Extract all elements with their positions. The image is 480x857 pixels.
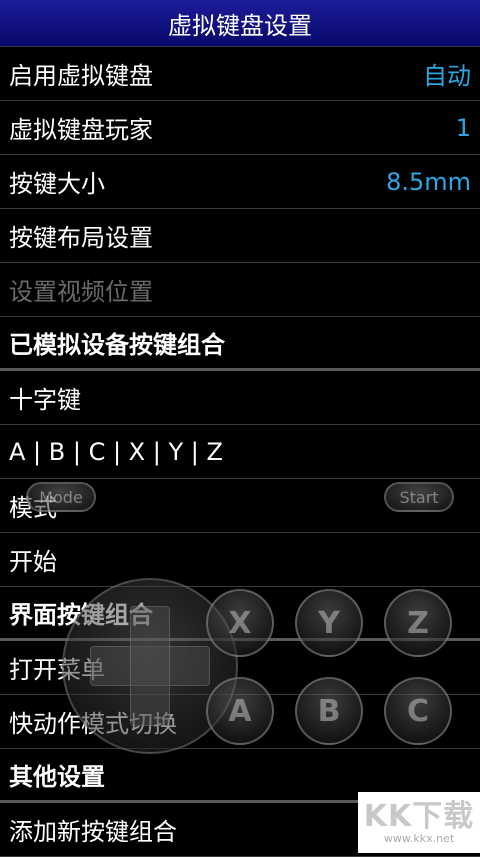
setting-enable-virtual-keyboard[interactable]: 启用虚拟键盘 自动 bbox=[0, 47, 480, 101]
mode-button-label: Mode bbox=[39, 487, 83, 507]
setting-label: 虚拟键盘玩家 bbox=[9, 116, 153, 144]
mode-button[interactable]: Mode bbox=[26, 482, 96, 512]
setting-virtual-keyboard-player[interactable]: 虚拟键盘玩家 1 bbox=[0, 101, 480, 155]
setting-dpad[interactable]: 十字键 bbox=[0, 371, 480, 425]
page-title: 虚拟键盘设置 bbox=[168, 11, 312, 40]
z-button[interactable]: Z bbox=[384, 589, 452, 657]
setting-label: 十字键 bbox=[9, 386, 81, 414]
a-button[interactable]: A bbox=[206, 677, 274, 745]
watermark-sub: www.kkx.net bbox=[383, 831, 455, 845]
title-bar: 虚拟键盘设置 bbox=[0, 0, 480, 47]
a-button-label: A bbox=[228, 693, 252, 729]
setting-key-layout[interactable]: 按键布局设置 bbox=[0, 209, 480, 263]
x-button[interactable]: X bbox=[206, 589, 274, 657]
dpad-vertical-arm bbox=[130, 606, 170, 726]
section-header: 其他设置 bbox=[9, 763, 105, 791]
setting-label: A | B | C | X | Y | Z bbox=[9, 437, 223, 466]
start-button-label: Start bbox=[399, 487, 439, 507]
b-button[interactable]: B bbox=[295, 677, 363, 745]
y-button-label: Y bbox=[318, 605, 340, 641]
setting-value: 自动 bbox=[423, 62, 471, 90]
c-button-label: C bbox=[406, 693, 430, 729]
c-button[interactable]: C bbox=[384, 677, 452, 745]
setting-label: 按键大小 bbox=[9, 170, 105, 198]
setting-value: 1 bbox=[455, 113, 471, 142]
x-button-label: X bbox=[228, 605, 252, 641]
section-header: 已模拟设备按键组合 bbox=[9, 331, 225, 359]
setting-label: 按键布局设置 bbox=[9, 224, 153, 252]
watermark-main: KK下载 bbox=[363, 798, 475, 834]
watermark-logo: KK下载 www.kkx.net bbox=[358, 792, 480, 853]
setting-key-size[interactable]: 按键大小 8.5mm bbox=[0, 155, 480, 209]
setting-label: 设置视频位置 bbox=[9, 278, 153, 306]
setting-video-position: 设置视频位置 bbox=[0, 263, 480, 317]
section-emulated-device-keys: 已模拟设备按键组合 bbox=[0, 317, 480, 371]
setting-label: 添加新按键组合 bbox=[9, 818, 177, 846]
setting-abcxyz[interactable]: A | B | C | X | Y | Z bbox=[0, 425, 480, 479]
setting-label: 启用虚拟键盘 bbox=[9, 62, 153, 90]
y-button[interactable]: Y bbox=[295, 589, 363, 657]
b-button-label: B bbox=[317, 693, 341, 729]
setting-start[interactable]: 开始 bbox=[0, 533, 480, 587]
setting-label: 开始 bbox=[9, 548, 57, 576]
start-button[interactable]: Start bbox=[384, 482, 454, 512]
setting-value: 8.5mm bbox=[386, 167, 471, 196]
z-button-label: Z bbox=[407, 605, 429, 641]
